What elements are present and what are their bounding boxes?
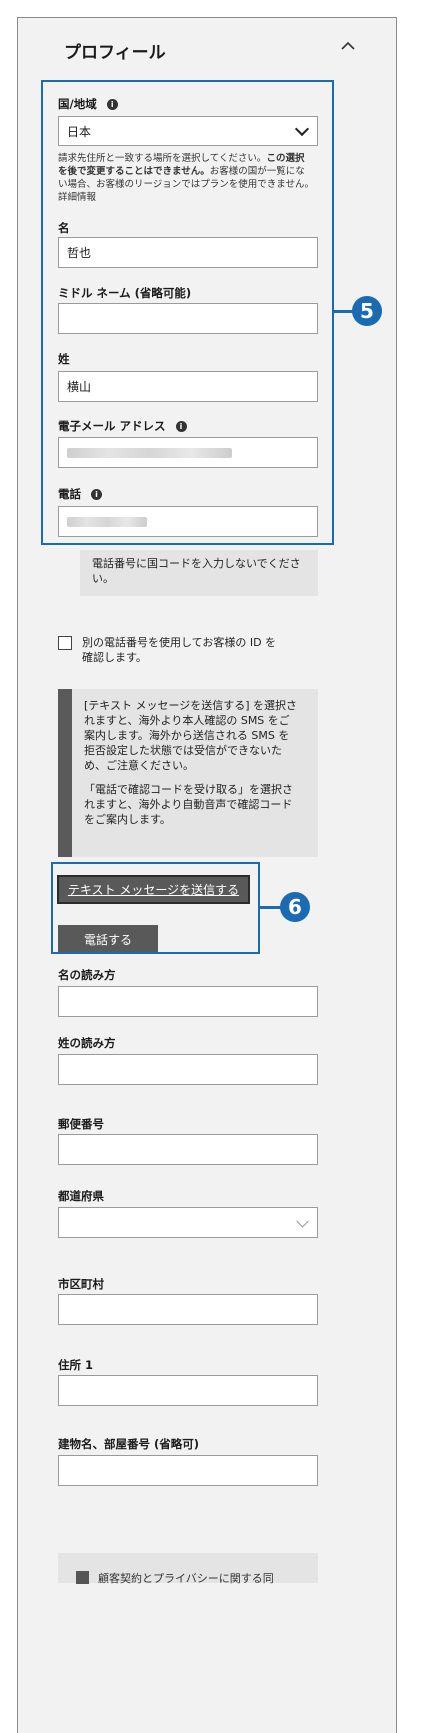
- section-title: プロフィール: [64, 43, 166, 63]
- prefecture-label: 都道府県: [58, 1189, 104, 1203]
- note-accent-bar: [58, 689, 72, 857]
- first-name-kana-label: 名の読み方: [58, 968, 116, 982]
- city-label: 市区町村: [58, 1277, 104, 1291]
- postal-code-label: 郵便番号: [58, 1117, 104, 1131]
- callout-box-5: [41, 80, 334, 545]
- terms-box: 顧客契約とプライバシーに関する同: [58, 1553, 318, 1585]
- phone-note: 電話番号に国コードを入力しないでくださ い。: [80, 550, 318, 596]
- chevron-down-icon: [296, 1214, 309, 1228]
- last-name-kana-label: 姓の読み方: [58, 1036, 116, 1050]
- chevron-up-icon[interactable]: [336, 36, 360, 56]
- city-field[interactable]: [58, 1294, 318, 1325]
- sms-note-text: [テキスト メッセージを送信する] を選択さ れますと、海外より本人確認の SM…: [84, 699, 298, 826]
- terms-checkbox[interactable]: [76, 1571, 89, 1584]
- profile-header[interactable]: プロフィール: [18, 18, 396, 76]
- callout-number-6: 6: [280, 892, 310, 922]
- callout-line-5: [334, 310, 354, 313]
- sms-note: [テキスト メッセージを送信する] を選択さ れますと、海外より本人確認の SM…: [58, 689, 318, 857]
- first-name-kana-field[interactable]: [58, 986, 318, 1017]
- callout-number-5: 5: [352, 296, 382, 326]
- phone-note-text: 電話番号に国コードを入力しないでくださ い。: [92, 557, 301, 585]
- postal-code-field[interactable]: [58, 1134, 318, 1165]
- terms-label: 顧客契約とプライバシーに関する同: [98, 1572, 274, 1585]
- alt-phone-checkbox[interactable]: [58, 636, 72, 650]
- address1-field[interactable]: [58, 1375, 318, 1406]
- last-name-kana-field[interactable]: [58, 1054, 318, 1085]
- building-field[interactable]: [58, 1455, 318, 1486]
- prefecture-select[interactable]: [58, 1207, 318, 1238]
- alt-phone-label: 別の電話番号を使用してお客様の ID を確認します。: [82, 636, 277, 664]
- building-label: 建物名、部屋番号 (省略可): [58, 1437, 200, 1451]
- callout-line-6: [260, 906, 282, 909]
- callout-box-6: [51, 862, 260, 954]
- address1-label: 住所 1: [58, 1358, 94, 1372]
